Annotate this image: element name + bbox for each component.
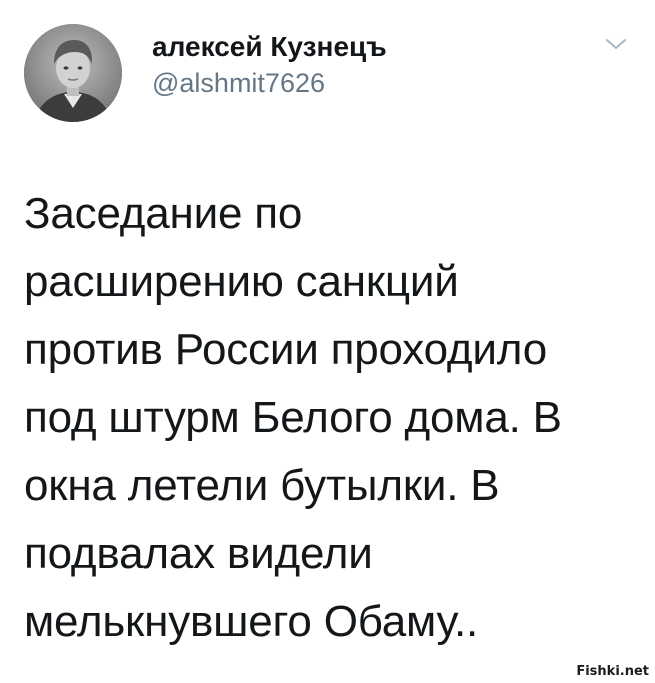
user-photo-avatar-icon [24,24,122,122]
avatar[interactable] [24,24,122,122]
chevron-down-icon [606,39,626,49]
tweet-menu-button[interactable] [598,30,634,58]
author-handle[interactable]: @alshmit7626 [152,66,387,100]
tweet-text: Заседание по расширению санкций против Р… [24,189,562,646]
watermark: Fishki.net [576,664,649,679]
author-info: алексей Кузнецъ @alshmit7626 [152,30,387,100]
author-display-name[interactable]: алексей Кузнецъ [152,30,387,64]
tweet-card: алексей Кузнецъ @alshmit7626 Заседание п… [0,0,655,683]
